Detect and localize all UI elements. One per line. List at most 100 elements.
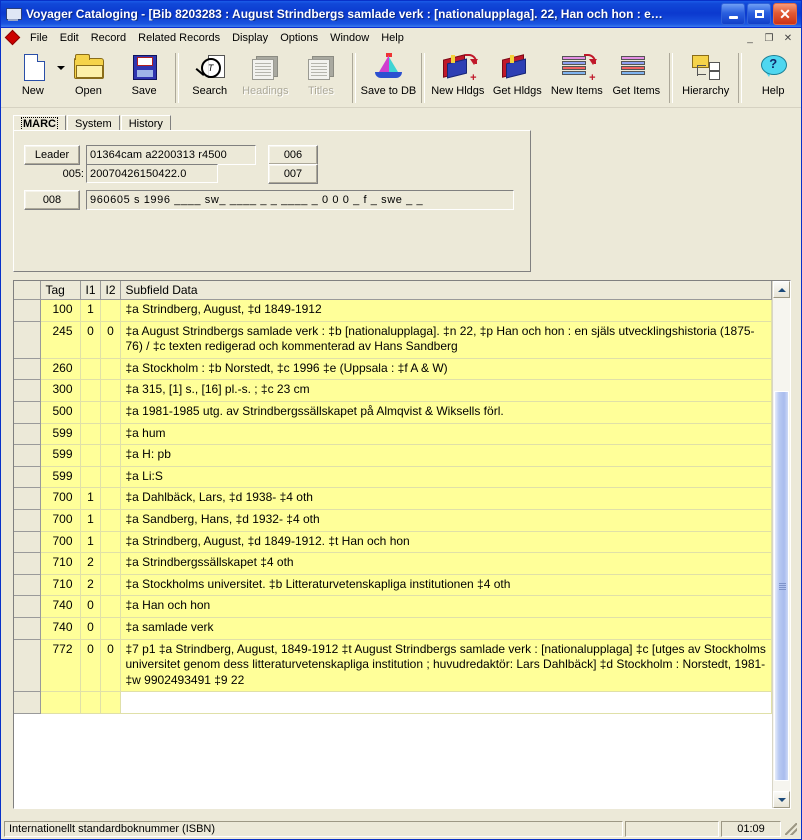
cell-i2[interactable] [100,401,121,424]
table-row[interactable]: 740 0 ‡a Han och hon [14,595,772,618]
cell-tag[interactable]: 710 [40,552,81,575]
cell-i1[interactable]: 0 [80,595,101,618]
table-row-empty[interactable] [14,691,772,714]
cell-i2[interactable] [100,509,121,532]
row-selector[interactable] [14,574,41,597]
cell-subfield-data[interactable]: ‡a Han och hon [120,595,772,618]
cell-i1[interactable] [80,358,101,381]
table-row[interactable]: 500 ‡a 1981-1985 utg. av Strindbergssälls… [14,401,772,424]
cell-subfield-data[interactable]: ‡7 p1 ‡a Strindberg, August, 1849-1912 ‡… [120,639,772,693]
cell-subfield-data[interactable]: ‡a Strindberg, August, ‡d 1849-1912. ‡t … [120,531,772,554]
table-row[interactable]: 599 ‡a hum [14,423,772,446]
row-selector[interactable] [14,423,41,446]
resize-grip-icon[interactable] [783,821,799,837]
toolbar-button-search[interactable]: T Search [182,49,238,107]
cell-tag[interactable]: 740 [40,595,81,618]
close-button[interactable]: ✕ [773,3,797,25]
cell-i2[interactable] [100,444,121,467]
toolbar-button-help[interactable]: ? Help [745,49,801,107]
toolbar-button-get-items[interactable]: Get Items [607,49,666,107]
mdi-restore-button[interactable]: ❐ [760,30,778,46]
cell-subfield-data[interactable]: ‡a 315, [1] s., [16] pl.-s. ; ‡c 23 cm [120,379,772,402]
table-row[interactable]: 710 2 ‡a Stockholms universitet. ‡b Litter… [14,574,772,597]
cell-i2[interactable]: 0 [100,321,121,359]
cell-subfield-data[interactable]: ‡a Stockholms universitet. ‡b Litteratur… [120,574,772,597]
cell-subfield-data[interactable]: ‡a Stockholm : ‡b Norstedt, ‡c 1996 ‡e (… [120,358,772,381]
row-selector[interactable] [14,691,41,714]
table-row[interactable]: 100 1 ‡a Strindberg, August, ‡d 1849-1912 [14,299,772,322]
menu-item-edit[interactable]: Edit [54,30,85,46]
cell-i2[interactable] [100,552,121,575]
field-007-button[interactable]: 007 [268,164,318,184]
cell-i1[interactable]: 1 [80,509,101,532]
cell-i1[interactable]: 2 [80,552,101,575]
cell-tag[interactable]: 710 [40,574,81,597]
cell-i2[interactable] [100,595,121,618]
table-row[interactable]: 710 2 ‡a Strindbergssällskapet ‡4 oth [14,552,772,575]
table-row[interactable]: 700 1 ‡a Dahlbäck, Lars, ‡d 1938- ‡4 oth [14,487,772,510]
leader-button[interactable]: Leader [24,145,80,165]
cell-i1[interactable]: 1 [80,531,101,554]
cell-tag[interactable] [40,691,81,714]
cell-tag[interactable]: 700 [40,531,81,554]
cell-tag[interactable]: 599 [40,423,81,446]
cell-i1[interactable]: 1 [80,487,101,510]
toolbar-button-new-items[interactable]: + New Items [547,49,606,107]
cell-i2[interactable] [100,379,121,402]
cell-subfield-data[interactable]: ‡a samlade verk [120,617,772,640]
row-selector[interactable] [14,299,41,322]
row-selector[interactable] [14,487,41,510]
cell-i1[interactable] [80,444,101,467]
menu-item-help[interactable]: Help [375,30,410,46]
cell-tag[interactable]: 740 [40,617,81,640]
cell-tag[interactable]: 260 [40,358,81,381]
cell-subfield-data[interactable]: ‡a hum [120,423,772,446]
cell-tag[interactable]: 700 [40,487,81,510]
scrollbar-thumb[interactable] [774,391,789,781]
menu-item-options[interactable]: Options [274,30,324,46]
cell-i2[interactable] [100,423,121,446]
cell-tag[interactable]: 772 [40,639,81,693]
menu-item-file[interactable]: File [24,30,54,46]
table-row[interactable]: 740 0 ‡a samlade verk [14,617,772,640]
cell-i2[interactable] [100,574,121,597]
cell-subfield-data[interactable]: ‡a August Strindbergs samlade verk : ‡b … [120,321,772,359]
leader-value-field[interactable]: 01364cam a2200313 r4500 [86,145,256,165]
cell-subfield-data[interactable]: ‡a Sandberg, Hans, ‡d 1932- ‡4 oth [120,509,772,532]
cell-i2[interactable]: 0 [100,639,121,693]
row-selector[interactable] [14,321,41,359]
cell-i1[interactable] [80,423,101,446]
toolbar-button-get-hldgs[interactable]: Get Hldgs [488,49,547,107]
cell-i2[interactable] [100,531,121,554]
cell-subfield-data[interactable]: ‡a H: pb [120,444,772,467]
cell-i1[interactable] [80,691,101,714]
table-row[interactable]: 700 1 ‡a Sandberg, Hans, ‡d 1932- ‡4 oth [14,509,772,532]
row-selector[interactable] [14,595,41,618]
table-row[interactable]: 599 ‡a H: pb [14,444,772,467]
minimize-button[interactable] [721,3,745,25]
field-006-button[interactable]: 006 [268,145,318,165]
toolbar-button-hierarchy[interactable]: Hierarchy [676,49,735,107]
menu-item-related-records[interactable]: Related Records [132,30,226,46]
mdi-minimize-button[interactable]: _ [741,30,759,46]
cell-i1[interactable] [80,401,101,424]
cell-i1[interactable]: 0 [80,321,101,359]
cell-tag[interactable]: 500 [40,401,81,424]
grid-vertical-scrollbar[interactable] [772,281,790,808]
row-selector[interactable] [14,401,41,424]
cell-tag[interactable]: 599 [40,466,81,489]
menu-item-window[interactable]: Window [324,30,375,46]
cell-tag[interactable]: 700 [40,509,81,532]
cell-i1[interactable]: 2 [80,574,101,597]
toolbar-button-save-to-db[interactable]: Save to DB [359,49,418,107]
cell-tag[interactable]: 245 [40,321,81,359]
column-header-subfield[interactable]: Subfield Data [120,281,772,300]
mdi-close-button[interactable]: ✕ [779,30,797,46]
column-header-i2[interactable]: I2 [100,281,121,300]
row-selector[interactable] [14,358,41,381]
table-row[interactable]: 260 ‡a Stockholm : ‡b Norstedt, ‡c 1996 ‡… [14,358,772,381]
cell-tag[interactable]: 300 [40,379,81,402]
scroll-down-button[interactable] [773,791,790,808]
cell-subfield-data[interactable] [120,691,772,714]
cell-i2[interactable] [100,691,121,714]
